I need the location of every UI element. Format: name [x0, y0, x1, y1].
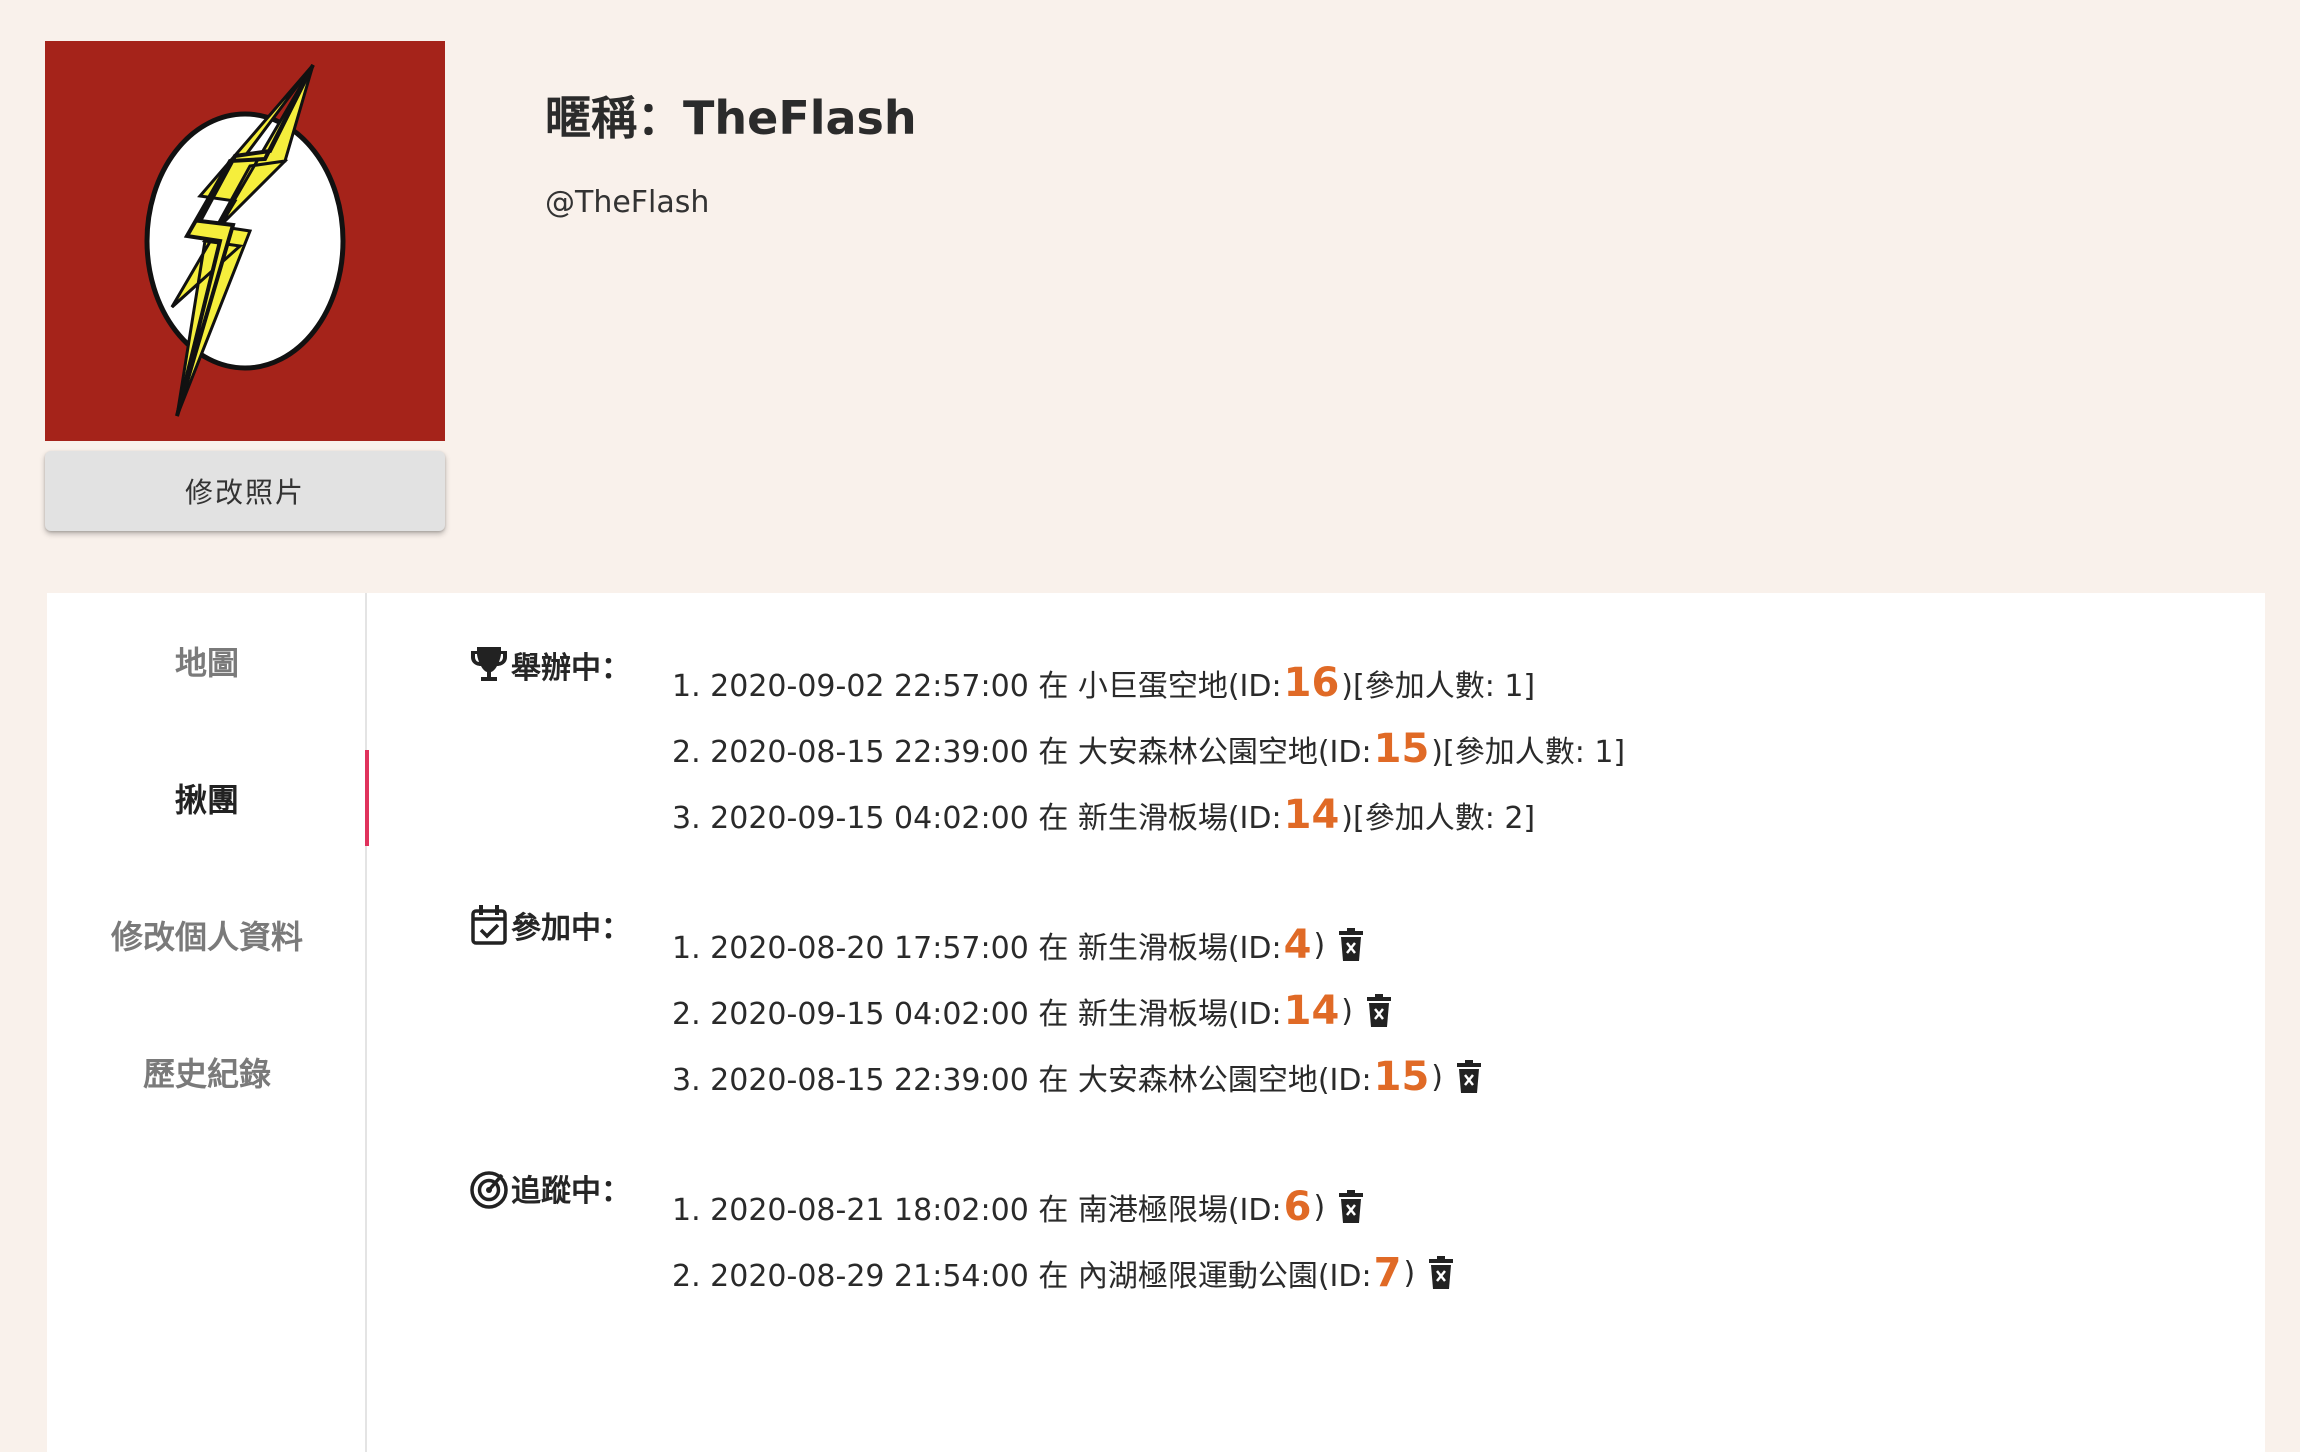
profile-handle: @TheFlash	[545, 185, 710, 220]
list-item: 2. 2020-08-15 22:39:00 在 大安森林公園空地(ID: 15…	[672, 724, 1625, 774]
sidebar-item-edit-profile[interactable]: 修改個人資料	[47, 887, 367, 983]
delete-icon[interactable]	[1365, 994, 1393, 1028]
profile-header: 修改照片 暱稱：TheFlash @TheFlash	[0, 0, 2300, 590]
profile-avatar	[45, 41, 445, 441]
sidebar-item-history[interactable]: 歷史紀錄	[47, 1024, 367, 1120]
section-hosting-title: 舉辦中：	[469, 643, 631, 687]
event-suffix: )	[1403, 1255, 1416, 1291]
flash-lightning-logo	[45, 41, 445, 441]
event-text: 2. 2020-08-29 21:54:00 在 內湖極限運動公園(ID:	[672, 1259, 1372, 1294]
section-joined-title: 參加中：	[469, 903, 631, 947]
list-item: 1. 2020-08-20 17:57:00 在 新生滑板場(ID: 4)	[672, 920, 1365, 970]
event-text: 1. 2020-09-02 22:57:00 在 小巨蛋空地(ID:	[672, 669, 1282, 704]
list-item: 2. 2020-09-15 04:02:00 在 新生滑板場(ID: 14)	[672, 986, 1393, 1036]
event-id[interactable]: 7	[1374, 1250, 1402, 1296]
sidebar-item-map[interactable]: 地圖	[47, 613, 367, 709]
event-suffix: )	[1313, 927, 1326, 963]
section-tracking-label: 追蹤中：	[511, 1174, 631, 1209]
event-suffix: )[參加人數: 2]	[1341, 801, 1536, 836]
sidebar-nav: 地圖 揪團 修改個人資料 歷史紀錄	[47, 593, 369, 1452]
calendar-check-icon	[469, 903, 509, 947]
event-id[interactable]: 6	[1284, 1184, 1312, 1230]
event-id[interactable]: 16	[1284, 660, 1340, 706]
delete-icon[interactable]	[1337, 928, 1365, 962]
list-item: 1. 2020-09-02 22:57:00 在 小巨蛋空地(ID: 16)[參…	[672, 658, 1535, 708]
event-text: 1. 2020-08-20 17:57:00 在 新生滑板場(ID:	[672, 931, 1282, 966]
delete-icon[interactable]	[1455, 1060, 1483, 1094]
event-id[interactable]: 14	[1284, 792, 1340, 838]
section-joined-label: 參加中：	[511, 911, 631, 946]
event-suffix: )	[1431, 1059, 1443, 1095]
list-item: 2. 2020-08-29 21:54:00 在 內湖極限運動公園(ID: 7)	[672, 1248, 1455, 1298]
change-photo-button[interactable]: 修改照片	[45, 451, 445, 531]
list-item: 1. 2020-08-21 18:02:00 在 南港極限場(ID: 6)	[672, 1182, 1365, 1232]
list-item: 3. 2020-09-15 04:02:00 在 新生滑板場(ID: 14)[參…	[672, 790, 1535, 840]
event-suffix: )	[1341, 993, 1353, 1029]
event-id[interactable]: 4	[1284, 922, 1312, 968]
event-text: 2. 2020-09-15 04:02:00 在 新生滑板場(ID:	[672, 997, 1282, 1032]
group-content: 舉辦中： 1. 2020-09-02 22:57:00 在 小巨蛋空地(ID: …	[367, 593, 2265, 1452]
event-id[interactable]: 14	[1284, 988, 1340, 1034]
event-suffix: )[參加人數: 1]	[1431, 735, 1626, 770]
section-hosting-label: 舉辦中：	[511, 651, 631, 686]
event-text: 3. 2020-09-15 04:02:00 在 新生滑板場(ID:	[672, 801, 1282, 836]
event-text: 2. 2020-08-15 22:39:00 在 大安森林公園空地(ID:	[672, 735, 1372, 770]
event-text: 1. 2020-08-21 18:02:00 在 南港極限場(ID:	[672, 1193, 1282, 1228]
profile-nickname: 暱稱：TheFlash	[545, 91, 917, 145]
trophy-icon	[469, 643, 509, 687]
delete-icon[interactable]	[1427, 1256, 1455, 1290]
delete-icon[interactable]	[1337, 1190, 1365, 1224]
sidebar-item-group[interactable]: 揪團	[47, 750, 369, 846]
radar-icon	[469, 1166, 509, 1210]
event-text: 3. 2020-08-15 22:39:00 在 大安森林公園空地(ID:	[672, 1063, 1372, 1098]
section-tracking-title: 追蹤中：	[469, 1166, 631, 1210]
list-item: 3. 2020-08-15 22:39:00 在 大安森林公園空地(ID: 15…	[672, 1052, 1483, 1102]
event-suffix: )[參加人數: 1]	[1341, 669, 1536, 704]
event-id[interactable]: 15	[1374, 726, 1430, 772]
main-panel: 地圖 揪團 修改個人資料 歷史紀錄 舉辦中： 1. 2020-09-02 22:…	[47, 593, 2265, 1452]
event-id[interactable]: 15	[1374, 1054, 1430, 1100]
event-suffix: )	[1313, 1189, 1326, 1225]
